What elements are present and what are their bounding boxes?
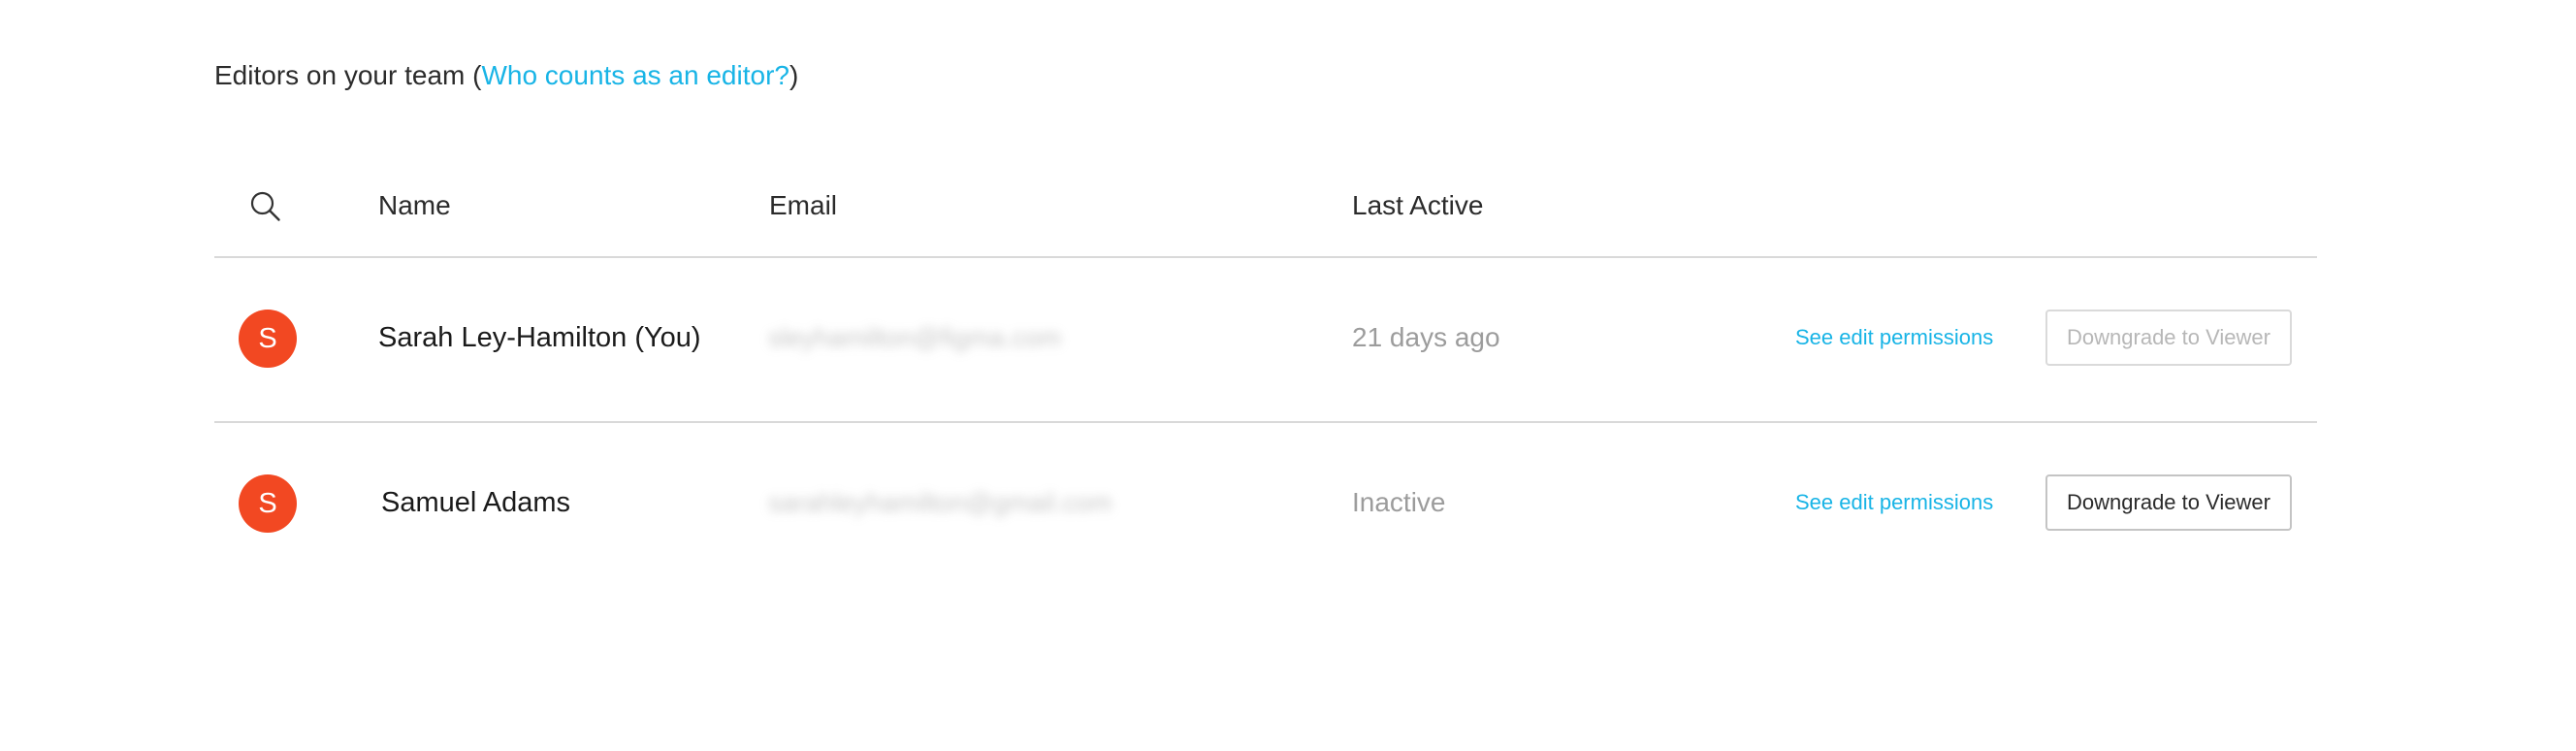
column-header-email: Email [769, 190, 838, 220]
member-name: Sarah Ley-Hamilton (You) [378, 322, 701, 353]
table-header: Name Email Last Active [214, 175, 2317, 258]
see-edit-permissions-link[interactable]: See edit permissions [1795, 324, 1993, 351]
heading-text-end: ) [789, 60, 799, 90]
table-row: S Samuel Adams sarahleyhamilton@gmail.co… [214, 423, 2317, 586]
avatar: S [239, 474, 297, 533]
search-icon[interactable] [248, 189, 283, 224]
member-email: sarahleyhamilton@gmail.com [768, 488, 1112, 517]
last-active: 21 days ago [1352, 322, 1500, 352]
table-row: S Sarah Ley-Hamilton (You) sleyhamilton@… [214, 258, 2317, 423]
page-heading: Editors on your team (Who counts as an e… [214, 58, 798, 93]
last-active: Inactive [1352, 487, 1446, 517]
column-header-last-active: Last Active [1352, 190, 1484, 220]
who-counts-as-editor-link[interactable]: Who counts as an editor? [481, 60, 789, 90]
column-header-name: Name [378, 190, 451, 220]
heading-text: Editors on your team ( [214, 60, 482, 90]
see-edit-permissions-link[interactable]: See edit permissions [1795, 489, 1993, 516]
avatar: S [239, 310, 297, 368]
downgrade-to-viewer-button[interactable]: Downgrade to Viewer [2045, 474, 2292, 531]
member-email: sleyhamilton@figma.com [768, 323, 1062, 352]
member-name: Samuel Adams [381, 487, 571, 518]
downgrade-to-viewer-button[interactable]: Downgrade to Viewer [2045, 310, 2292, 366]
